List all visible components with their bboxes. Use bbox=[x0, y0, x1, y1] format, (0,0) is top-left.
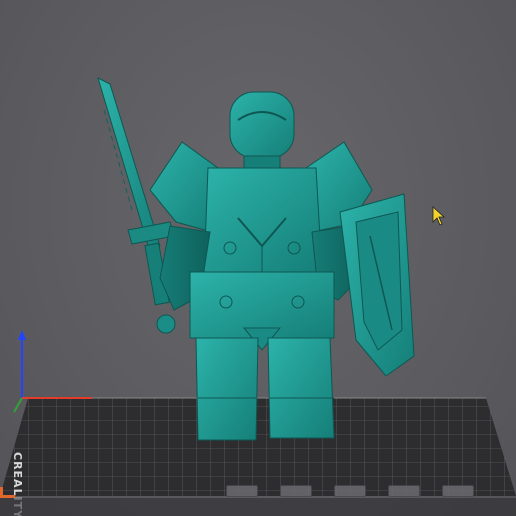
shield bbox=[339, 193, 415, 377]
top-view-button[interactable] bbox=[442, 485, 474, 497]
bed-corner-marker bbox=[0, 487, 15, 498]
3d-viewport[interactable]: CREALITY bbox=[0, 0, 516, 516]
fit-view-button[interactable] bbox=[388, 485, 420, 497]
move-view-button[interactable] bbox=[226, 485, 258, 497]
scene-canvas[interactable] bbox=[0, 0, 516, 516]
view-toolbar bbox=[226, 484, 516, 498]
torso bbox=[203, 167, 323, 273]
left-leg bbox=[195, 337, 259, 441]
y-axis bbox=[13, 397, 23, 413]
3d-model-knight-figure[interactable] bbox=[97, 77, 415, 441]
rotate-view-button[interactable] bbox=[280, 485, 312, 497]
build-plate bbox=[0, 397, 516, 496]
bottom-status-bar bbox=[0, 498, 516, 516]
right-leg bbox=[267, 337, 335, 439]
mouse-pointer-icon bbox=[432, 206, 446, 226]
helmet bbox=[229, 91, 295, 171]
zoom-view-button[interactable] bbox=[334, 485, 366, 497]
